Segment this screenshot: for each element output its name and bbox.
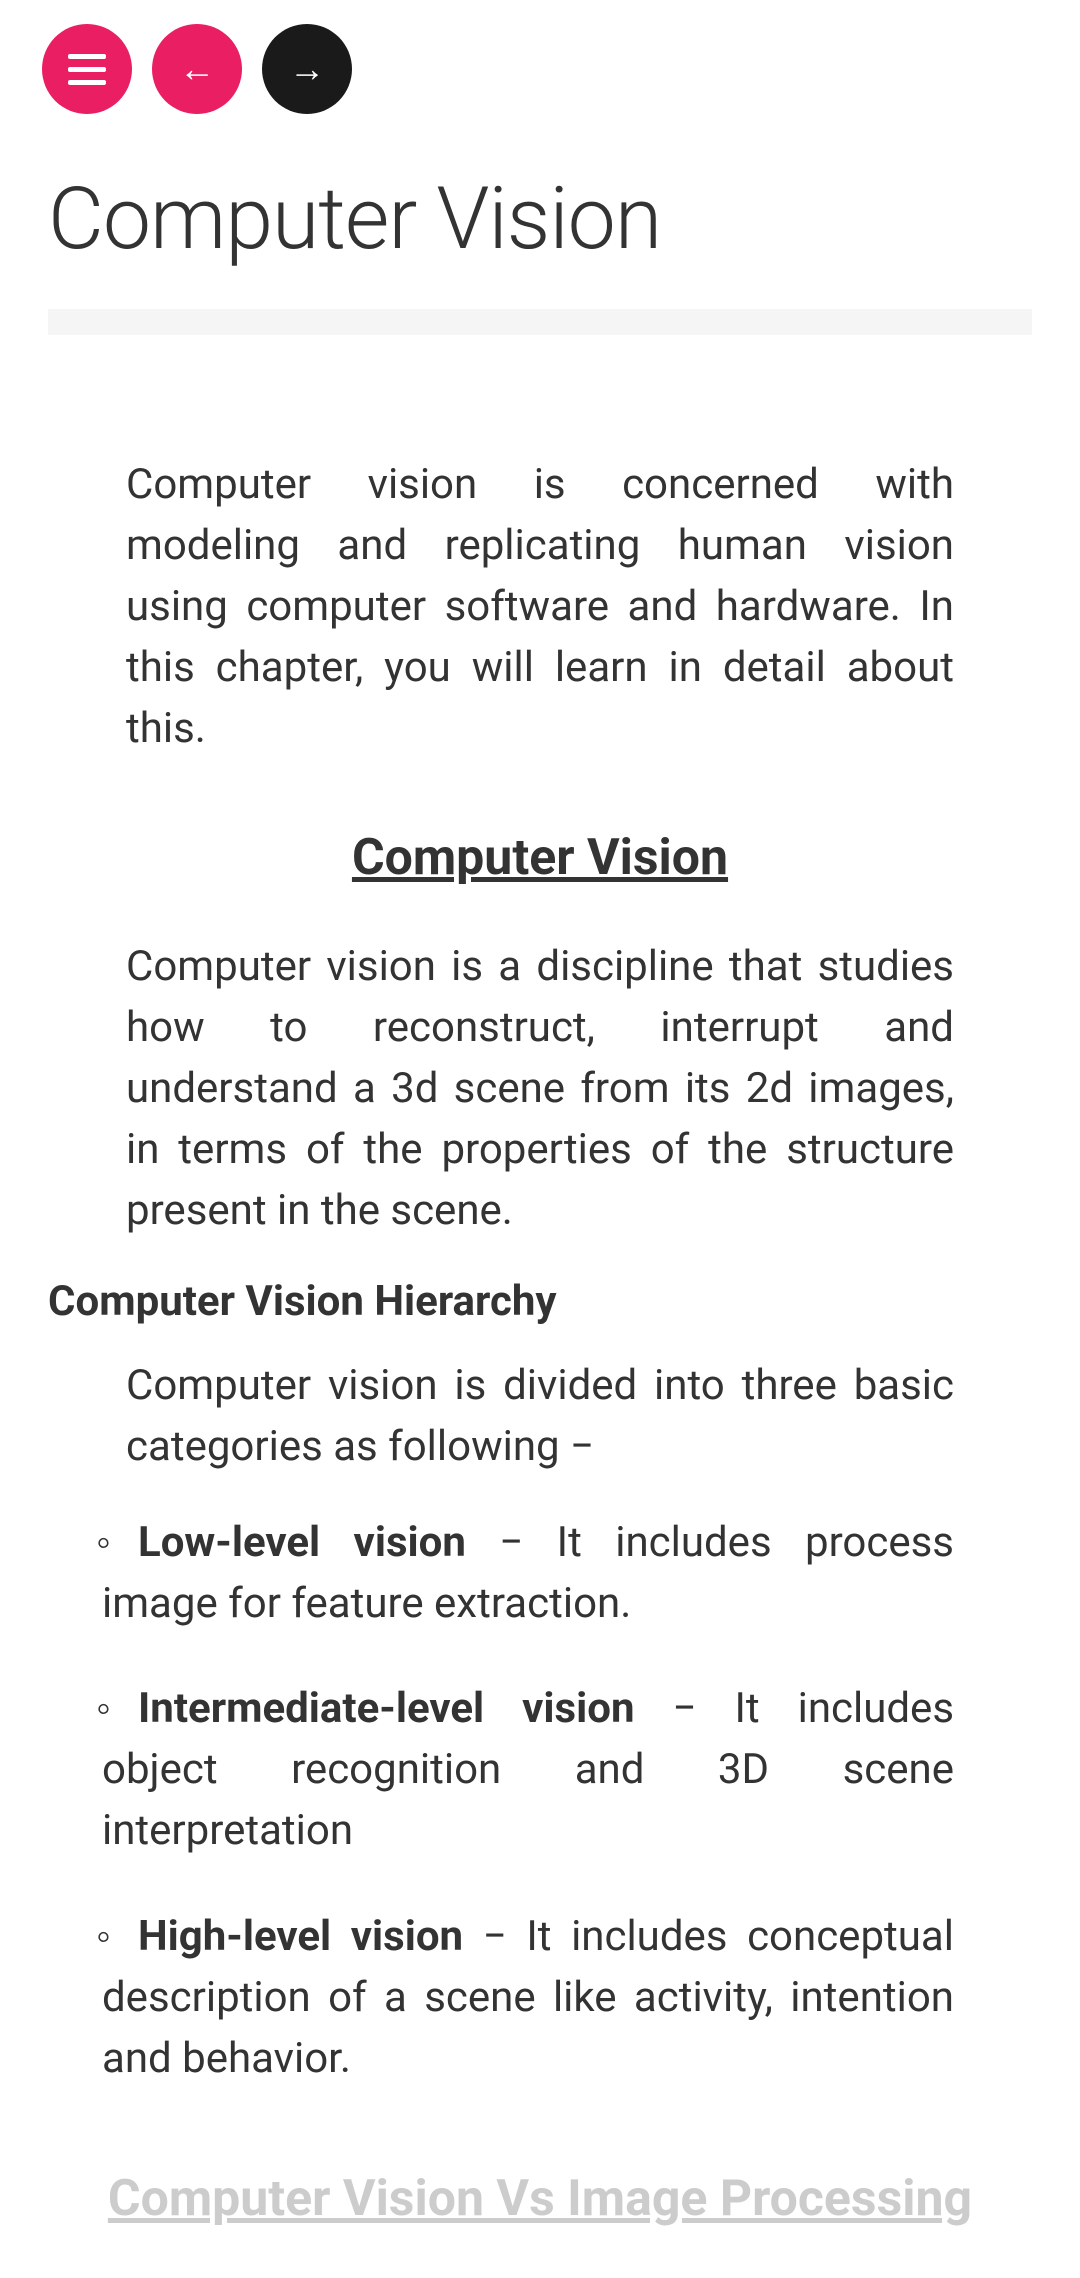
list-item: ◦ Intermediate-level vision − It include…: [48, 1679, 1032, 1862]
intro-paragraph: Computer vision is concerned with modeli…: [48, 455, 1032, 759]
list-item-title: Low-level vision: [138, 1518, 466, 1567]
bullet-icon: ◦: [96, 1907, 111, 1968]
section-body-cv: Computer vision is a discipline that stu…: [48, 937, 1032, 1241]
forward-button[interactable]: →: [262, 24, 352, 114]
hamburger-icon: [68, 54, 106, 85]
divider: [48, 309, 1032, 335]
list-item-title: High-level vision: [138, 1912, 463, 1961]
content-area: Computer vision is concerned with modeli…: [0, 455, 1080, 2228]
list-item: ◦ High-level vision − It includes concep…: [48, 1907, 1032, 2090]
menu-button[interactable]: [42, 24, 132, 114]
section-heading-cv: Computer Vision: [48, 829, 1032, 887]
list-item: ◦ Low-level vision − It includes process…: [48, 1513, 1032, 1635]
section-heading-vs-ip: Computer Vision Vs Image Processing: [48, 2170, 1032, 2228]
arrow-right-icon: →: [289, 48, 325, 90]
arrow-left-icon: ←: [179, 48, 215, 90]
back-button[interactable]: ←: [152, 24, 242, 114]
hierarchy-intro: Computer vision is divided into three ba…: [48, 1356, 1032, 1478]
bullet-icon: ◦: [96, 1513, 111, 1574]
bullet-icon: ◦: [96, 1679, 111, 1740]
top-navigation: ← →: [0, 0, 1080, 138]
page-title: Computer Vision: [0, 138, 1080, 309]
list-item-title: Intermediate-level vision: [138, 1684, 635, 1733]
hierarchy-heading: Computer Vision Hierarchy: [48, 1277, 1032, 1326]
